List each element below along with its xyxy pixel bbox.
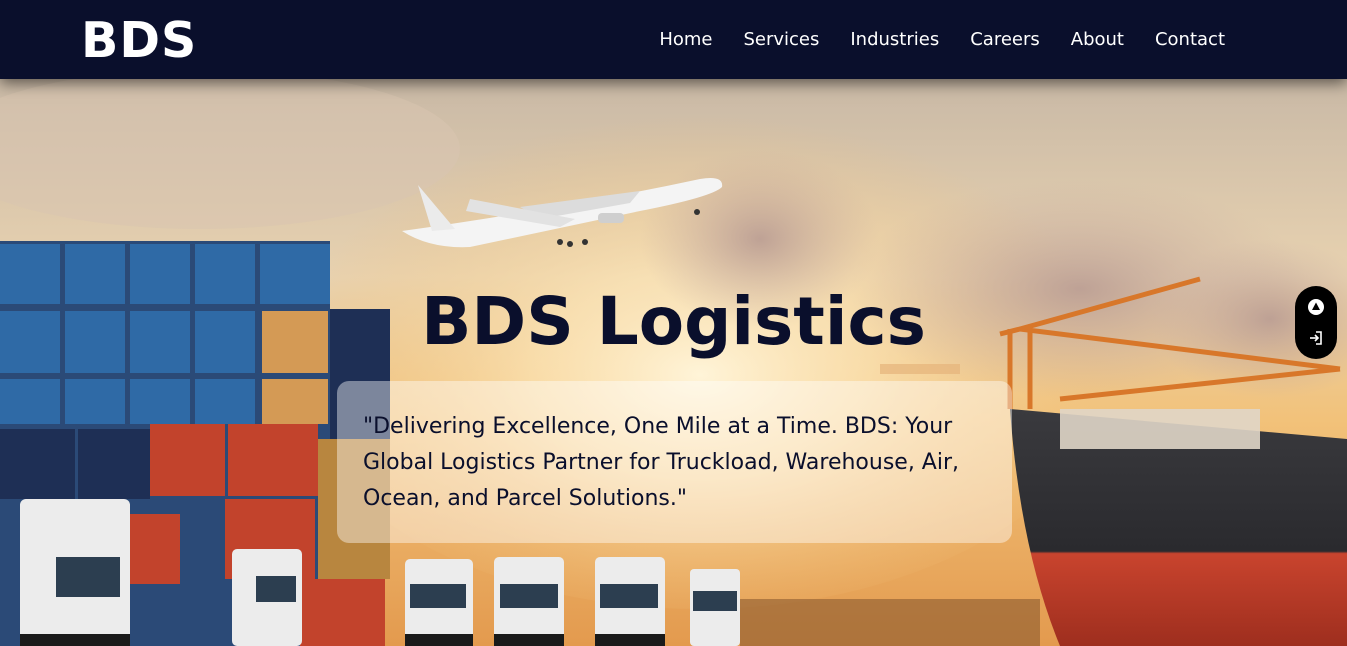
tagline-card: "Delivering Excellence, One Mile at a Ti…	[337, 381, 1012, 543]
nav-home[interactable]: Home	[659, 29, 712, 50]
hero-title: BDS Logistics	[0, 284, 1347, 360]
nav-contact[interactable]: Contact	[1155, 29, 1225, 50]
nav-services[interactable]: Services	[743, 29, 819, 50]
triangle-up-icon[interactable]	[1305, 296, 1327, 318]
hero-background-image	[0, 79, 1347, 646]
nav-careers[interactable]: Careers	[970, 29, 1040, 50]
hero-title-brand: BDS	[421, 283, 574, 360]
sign-in-icon[interactable]	[1305, 327, 1327, 349]
site-logo[interactable]: BDS	[81, 12, 197, 70]
site-header: BDS Home Services Industries Careers Abo…	[0, 0, 1347, 79]
floating-side-widget	[1295, 286, 1337, 359]
hero-title-rest: Logistics	[573, 283, 926, 360]
nav-industries[interactable]: Industries	[850, 29, 939, 50]
hero-section: BDS Logistics "Delivering Excellence, On…	[0, 79, 1347, 646]
nav-about[interactable]: About	[1071, 29, 1124, 50]
main-nav: Home Services Industries Careers About C…	[659, 0, 1225, 79]
hero-tagline: "Delivering Excellence, One Mile at a Ti…	[363, 414, 960, 511]
